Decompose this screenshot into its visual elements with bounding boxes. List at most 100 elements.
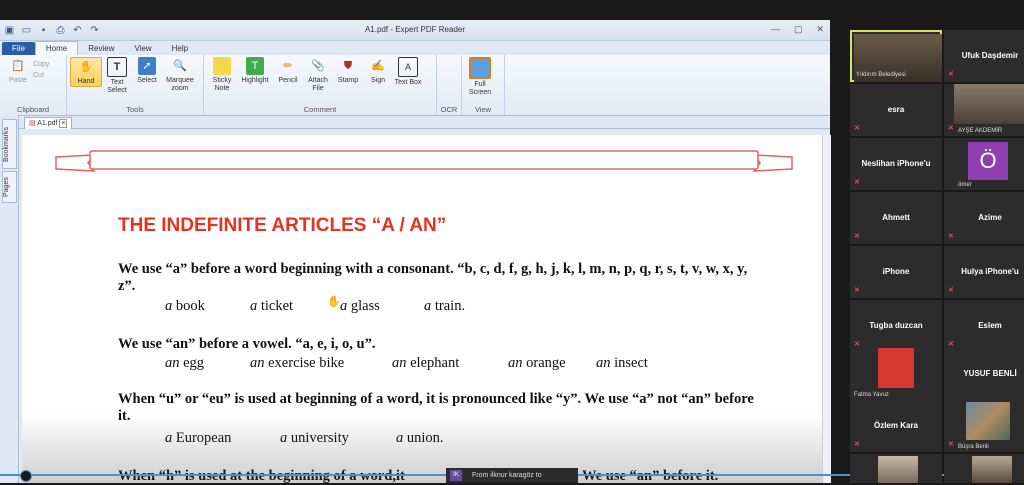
highlight-icon: T [246, 57, 264, 75]
pencil-button[interactable]: ✏ Pencil [273, 57, 303, 85]
paste-button[interactable]: 📋 Paste [3, 57, 33, 85]
marquee-zoom-button[interactable]: 🔍 Marquee zoom [162, 57, 198, 93]
group-view: Full Screen View [462, 55, 505, 115]
text-select-button[interactable]: T Text Select [102, 57, 132, 95]
participant-tile[interactable]: ✕ Büşra Benli [944, 400, 1024, 452]
minimize-icon[interactable]: — [771, 24, 780, 35]
muted-mic-icon: ✕ [854, 179, 860, 186]
example-a-book: a book [165, 298, 205, 314]
share-progress-handle[interactable] [20, 470, 32, 482]
muted-mic-icon: ✕ [854, 125, 860, 132]
participant-tile[interactable]: Ö ömer [944, 138, 1024, 190]
participant-tile[interactable]: Ahmett ✕ [850, 192, 942, 244]
muted-mic-icon: ✕ [854, 441, 860, 448]
rule-h-end: We use “an” before it. [582, 468, 719, 484]
participant-tile[interactable]: Azime ✕ [944, 192, 1024, 244]
attach-file-button[interactable]: 📎 Attach File [303, 57, 333, 93]
ocr-label: OCR [440, 105, 458, 114]
stamp-button[interactable]: ⛊ Stamp [333, 57, 363, 85]
group-comment: Sticky Note T Highlight ✏ Pencil 📎 Attac… [204, 55, 437, 115]
side-panel: Bookmarks Pages [0, 115, 19, 483]
tab-view[interactable]: View [124, 42, 161, 55]
pdf-page[interactable]: THE INDEFINITE ARTICLES “A / AN” We use … [22, 135, 822, 484]
participant-tile[interactable]: Yıldırım Belediyesi [850, 30, 942, 82]
sign-button[interactable]: ✍ Sign [363, 57, 393, 85]
copy-button[interactable]: Copy [33, 61, 49, 68]
maximize-icon[interactable]: ▢ [794, 24, 803, 35]
group-clipboard: 📋 Paste Copy Cut Clipboard [0, 55, 67, 115]
muted-mic-icon: ✕ [948, 287, 954, 294]
full-screen-button[interactable]: Full Screen [465, 57, 495, 97]
clipboard-label: Clipboard [16, 105, 50, 114]
text-box-button[interactable]: A Text Box [393, 57, 423, 87]
paperclip-icon: 📎 [311, 60, 325, 72]
group-tools: ✋ Hand T Text Select ➚ Select 🔍 Marquee … [67, 55, 204, 115]
example-a-union: a union. [396, 430, 444, 446]
muted-mic-icon: ✕ [854, 233, 860, 240]
participant-video [878, 456, 918, 483]
sign-icon: ✍ [371, 60, 385, 72]
muted-mic-icon: ✕ [948, 71, 954, 78]
rule-a: We use “a” before a word beginning with … [118, 261, 748, 294]
select-icon: ➚ [138, 57, 156, 75]
tools-label: Tools [126, 105, 144, 114]
participant-video [972, 456, 1012, 483]
participant-tile[interactable]: Fatma Yavuz [850, 348, 942, 400]
participant-tile[interactable] [944, 454, 1024, 483]
tab-review[interactable]: Review [78, 42, 124, 55]
full-screen-icon [469, 57, 491, 79]
participant-tile[interactable]: ✕ AYŞE AKDEMİR [944, 84, 1024, 136]
muted-mic-icon: ✕ [854, 287, 860, 294]
document-tab[interactable]: ▤ A1.pdf × [24, 117, 73, 129]
rule-an: We use “an” before a vowel. “a, e, i, o,… [118, 336, 376, 352]
participant-tile[interactable]: Özlem Kara ✕ [850, 400, 942, 452]
title-bar: ▣ ▭ ▪ ⎙ ↶ ↷ A1.pdf - Expert PDF Reader —… [0, 20, 830, 41]
participant-tile[interactable]: YUSUF BENLİ [944, 348, 1024, 400]
participant-tile[interactable]: Neslihan iPhone'u ✕ [850, 138, 942, 190]
stamp-icon: ⛊ [343, 60, 353, 72]
chat-notification[interactable]: IK From ilknur karagöz to [446, 468, 578, 483]
muted-mic-icon: ✕ [948, 441, 954, 448]
rule-u-eu: When “u” or “eu” is used at beginning of… [118, 391, 754, 424]
comment-label: Comment [303, 105, 337, 114]
magnifier-icon: 🔍 [173, 60, 187, 72]
example-an-insect: an insect [596, 355, 648, 371]
example-a-university: a university [280, 430, 349, 446]
participant-tile[interactable] [850, 454, 942, 483]
highlight-button[interactable]: T Highlight [237, 57, 273, 85]
participant-tile[interactable]: iPhone ✕ [850, 246, 942, 298]
tab-bookmarks[interactable]: Bookmarks [2, 119, 17, 169]
example-an-egg: an egg [165, 355, 205, 371]
sticky-note-button[interactable]: Sticky Note [207, 57, 237, 93]
muted-mic-icon: ✕ [948, 233, 954, 240]
ribbon: 📋 Paste Copy Cut Clipboard ✋ Hand T Text… [0, 55, 830, 116]
example-a-european: a European [165, 430, 232, 446]
participant-video [966, 402, 1010, 440]
participant-tile[interactable]: Eslem ✕ [944, 300, 1024, 352]
example-an-elephant: an elephant [392, 355, 460, 371]
tab-file[interactable]: File [2, 42, 35, 55]
select-button[interactable]: ➚ Select [132, 57, 162, 85]
cut-button[interactable]: Cut [33, 72, 49, 79]
participant-tile[interactable]: Ufuk Daşdemir ✕ [944, 30, 1024, 82]
participant-tile[interactable]: Hulya iPhone'u ✕ [944, 246, 1024, 298]
screen: ▣ ▭ ▪ ⎙ ↶ ↷ A1.pdf - Expert PDF Reader —… [0, 0, 1024, 484]
paste-icon: 📋 [11, 60, 25, 72]
participant-video [878, 348, 914, 388]
participant-tile[interactable]: Tugba duzcan ✕ [850, 300, 942, 352]
page-heading: THE INDEFINITE ARTICLES “A / AN” [118, 215, 447, 236]
pdf-icon: ▤ [29, 120, 36, 127]
close-tab-icon[interactable]: × [59, 119, 68, 128]
muted-mic-icon: ✕ [948, 125, 954, 132]
window-title: A1.pdf - Expert PDF Reader [364, 25, 466, 34]
view-label: View [474, 105, 492, 114]
close-icon[interactable]: ✕ [816, 24, 824, 35]
tab-help[interactable]: Help [162, 42, 198, 55]
tab-pages[interactable]: Pages [2, 171, 17, 203]
hand-icon: ✋ [79, 61, 93, 73]
tab-home[interactable]: Home [34, 41, 79, 55]
participant-tile[interactable]: esra ✕ [850, 84, 942, 136]
hand-button[interactable]: ✋ Hand [70, 57, 102, 87]
participant-gallery: Yıldırım Belediyesi Ufuk Daşdemir ✕ esra… [846, 28, 1024, 483]
vertical-scrollbar[interactable] [822, 135, 831, 483]
